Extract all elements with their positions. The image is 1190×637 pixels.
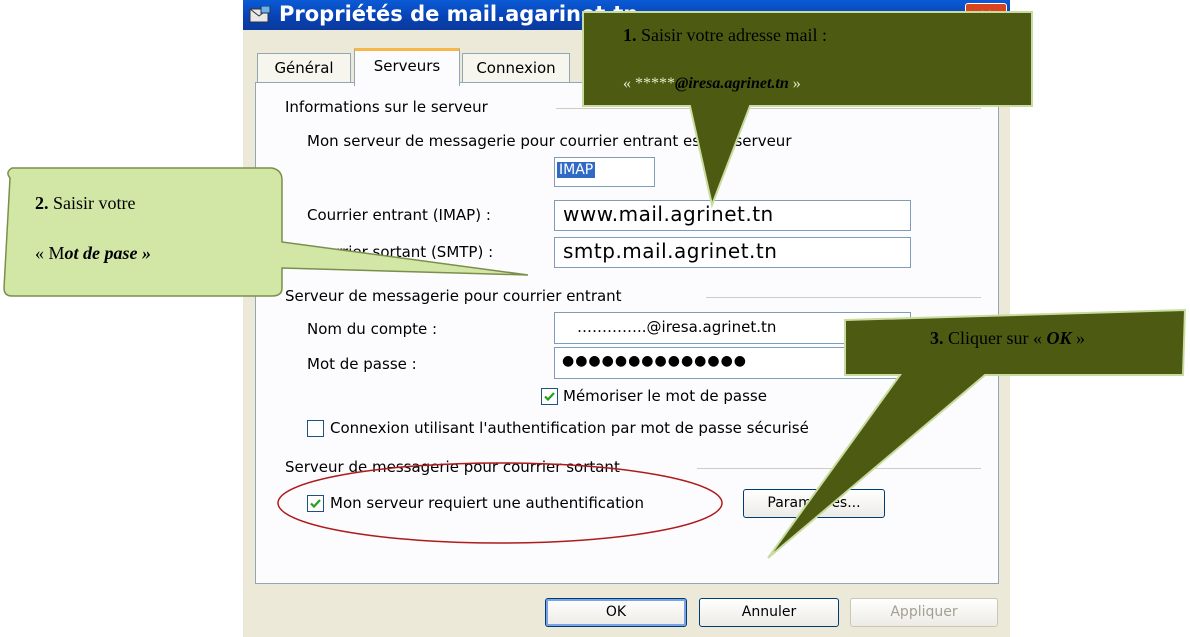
- callout-2-text: Saisir votre: [48, 193, 136, 213]
- callout-3-post: »: [1071, 328, 1086, 348]
- callout-3-pre: Cliquer sur «: [943, 328, 1047, 348]
- callout-3-number: 3.: [930, 328, 944, 348]
- callout-1-email: @iresa.agrinet.tn: [675, 75, 789, 92]
- callout-3-emphasis: OK: [1046, 328, 1072, 348]
- callout-1-line-2-post: »: [788, 75, 801, 92]
- tab-serveurs[interactable]: Serveurs: [354, 48, 460, 86]
- callout-1-line-2-pre: « *****: [623, 75, 675, 92]
- callout-2-number: 2.: [35, 193, 49, 213]
- callout-2-line-2-pre: « M: [35, 243, 65, 263]
- highlight-ellipse: [277, 462, 723, 544]
- callout-3-text: 3. Cliquer sur « OK »: [930, 328, 1085, 349]
- callout-1-number: 1.: [623, 25, 637, 45]
- callout-1-line-1: 1. Saisir votre adresse mail :: [623, 25, 827, 46]
- callout-1-text: Saisir votre adresse mail :: [636, 25, 827, 45]
- annotation-layer: [3, 11, 1187, 559]
- callout-2: [3, 167, 529, 297]
- callout-1-line-2: « *****@iresa.agrinet.tn »: [623, 75, 801, 93]
- callout-2-line-2: « Mot de pase »: [35, 243, 151, 264]
- callout-2-line-1: 2. Saisir votre: [35, 193, 136, 214]
- callout-2-emphasis: ot de pase »: [64, 243, 151, 263]
